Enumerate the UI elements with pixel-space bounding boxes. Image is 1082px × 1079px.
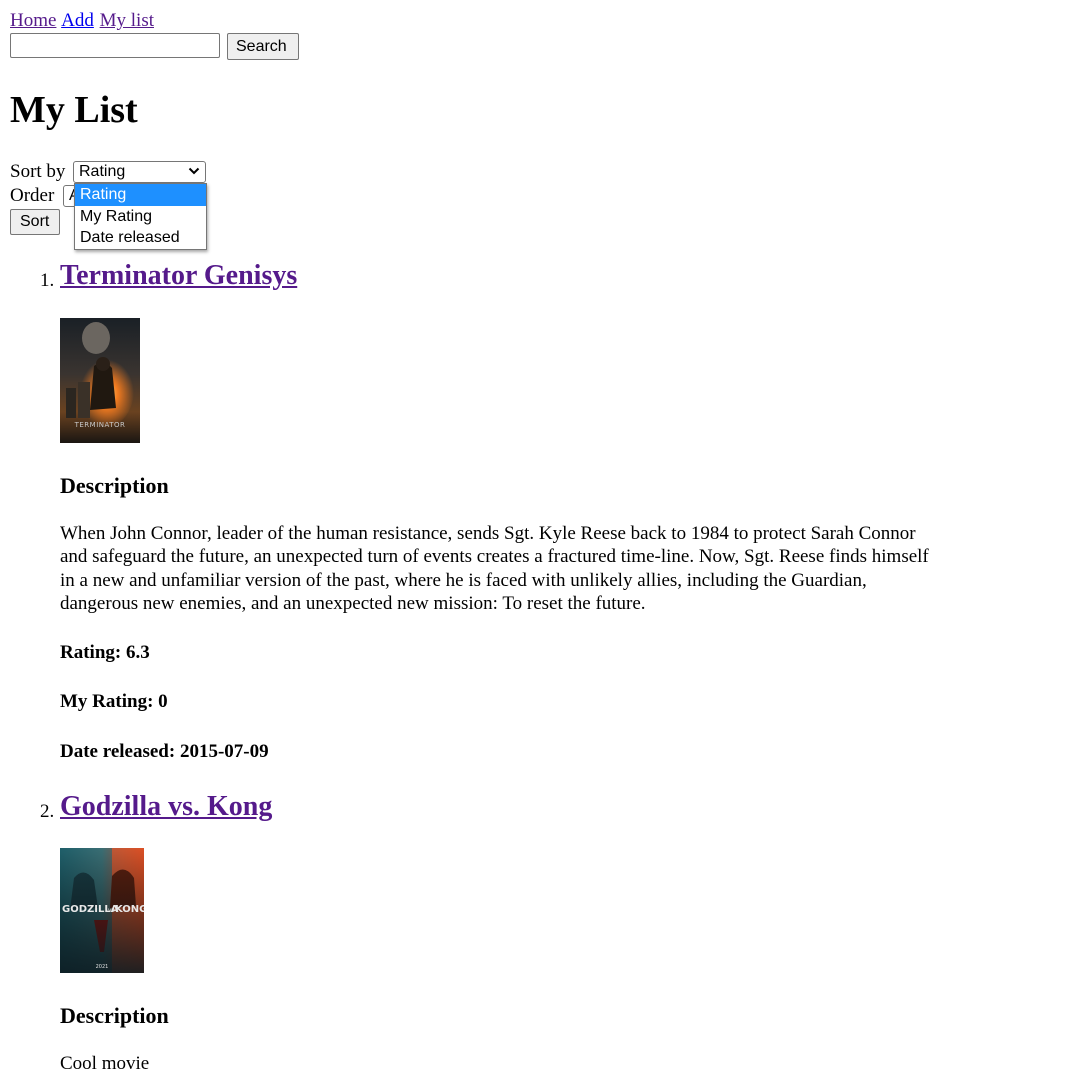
- sort-by-select[interactable]: Rating: [73, 161, 206, 183]
- order-row: Order A: [10, 184, 103, 208]
- nav-my-list-link[interactable]: My list: [100, 10, 154, 31]
- poster-footer-text: 2021: [96, 964, 109, 970]
- sort-by-label: Sort by: [10, 161, 66, 182]
- search-button[interactable]: Search: [227, 33, 299, 60]
- sort-by-selected-value: Rating: [79, 163, 126, 180]
- page-title: My List: [10, 89, 138, 131]
- search-input[interactable]: [10, 33, 220, 58]
- top-nav: Home Add My list: [10, 10, 155, 32]
- sort-by-dropdown: Rating My Rating Date released: [74, 183, 207, 250]
- movie-poster: TERMINATOR: [60, 318, 140, 443]
- movie-title-link[interactable]: Terminator Genisys: [60, 260, 297, 292]
- movie-rating: Rating: 6.3: [60, 642, 150, 663]
- description-heading: Description: [60, 473, 169, 498]
- nav-home-link[interactable]: Home: [10, 10, 56, 31]
- movie-description: When John Connor, leader of the human re…: [60, 523, 929, 614]
- movie-title-link[interactable]: Godzilla vs. Kong: [60, 791, 272, 823]
- sort-button[interactable]: Sort: [10, 209, 60, 235]
- movie-description: Cool movie: [60, 1053, 150, 1074]
- sort-option-date-released[interactable]: Date released: [75, 227, 206, 249]
- sort-option-rating[interactable]: Rating: [75, 184, 206, 206]
- movie-poster: GODZILLA vs KONG 2021: [60, 848, 144, 973]
- order-label: Order: [10, 185, 55, 206]
- godzilla-kong-poster-image: GODZILLA vs KONG 2021: [60, 848, 144, 973]
- terminator-poster-image: TERMINATOR: [60, 318, 140, 443]
- poster-text-mid: vs: [108, 907, 115, 914]
- nav-add-link[interactable]: Add: [61, 10, 94, 31]
- chevron-down-icon: [188, 167, 200, 175]
- list-item-number: 2.: [40, 801, 55, 822]
- movie-my-rating: My Rating: 0: [60, 691, 168, 712]
- sort-option-my-rating[interactable]: My Rating: [75, 206, 206, 228]
- sort-by-row: Sort by Rating: [10, 160, 206, 184]
- description-heading: Description: [60, 1003, 169, 1028]
- poster-text: TERMINATOR: [74, 421, 126, 429]
- poster-text-right: KONG: [115, 904, 144, 915]
- movie-date-released: Date released: 2015-07-09: [60, 741, 269, 762]
- list-item-number: 1.: [40, 270, 55, 291]
